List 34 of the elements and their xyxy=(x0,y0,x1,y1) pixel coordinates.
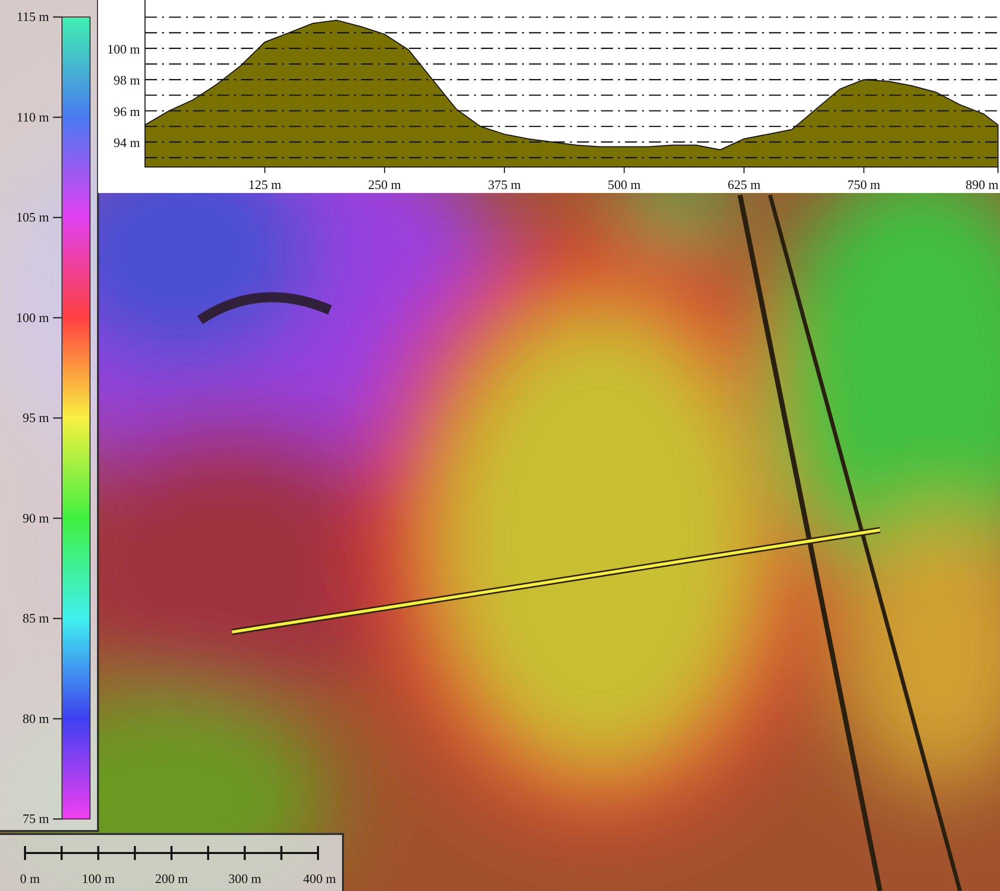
axis-label: 100 m xyxy=(107,41,140,56)
legend-label: 80 m xyxy=(22,710,49,726)
axis-label: 250 m xyxy=(368,177,402,192)
scale-label: 300 m xyxy=(228,871,262,886)
scale-label: 200 m xyxy=(155,871,188,886)
axis-label: 750 m xyxy=(847,177,880,192)
legend-label: 75 m xyxy=(22,811,49,826)
legend-label: 115 m xyxy=(16,9,49,24)
axis-label: 125 m xyxy=(248,177,282,192)
legend-label: 110 m xyxy=(16,109,49,124)
legend-label: 95 m xyxy=(22,410,49,425)
legend-label: 90 m xyxy=(22,510,49,526)
tick-mark xyxy=(53,518,62,519)
tick-mark xyxy=(53,116,62,118)
tick-mark xyxy=(53,618,62,620)
axis-label: 890 m xyxy=(966,177,998,192)
scale-label: 100 m xyxy=(82,871,115,886)
axis-label: 500 m xyxy=(608,177,641,192)
axis-label: 94 m xyxy=(114,135,140,150)
tick-mark xyxy=(53,417,62,419)
legend-label: 85 m xyxy=(22,610,49,626)
axis-label: 98 m xyxy=(114,72,140,88)
axis-label: 625 m xyxy=(728,177,760,192)
tick-mark xyxy=(53,317,62,318)
scale-label: 400 m xyxy=(303,871,336,886)
axis-label: 96 m xyxy=(114,104,140,119)
tick-mark xyxy=(53,718,62,720)
tick-mark xyxy=(53,16,62,18)
scale-label: 0 m xyxy=(20,871,40,886)
tick-mark xyxy=(53,216,62,218)
axis-label: 375 m xyxy=(488,177,521,192)
tick-mark xyxy=(53,818,62,820)
legend-label: 105 m xyxy=(16,210,49,224)
legend-label: 100 m xyxy=(16,310,49,325)
